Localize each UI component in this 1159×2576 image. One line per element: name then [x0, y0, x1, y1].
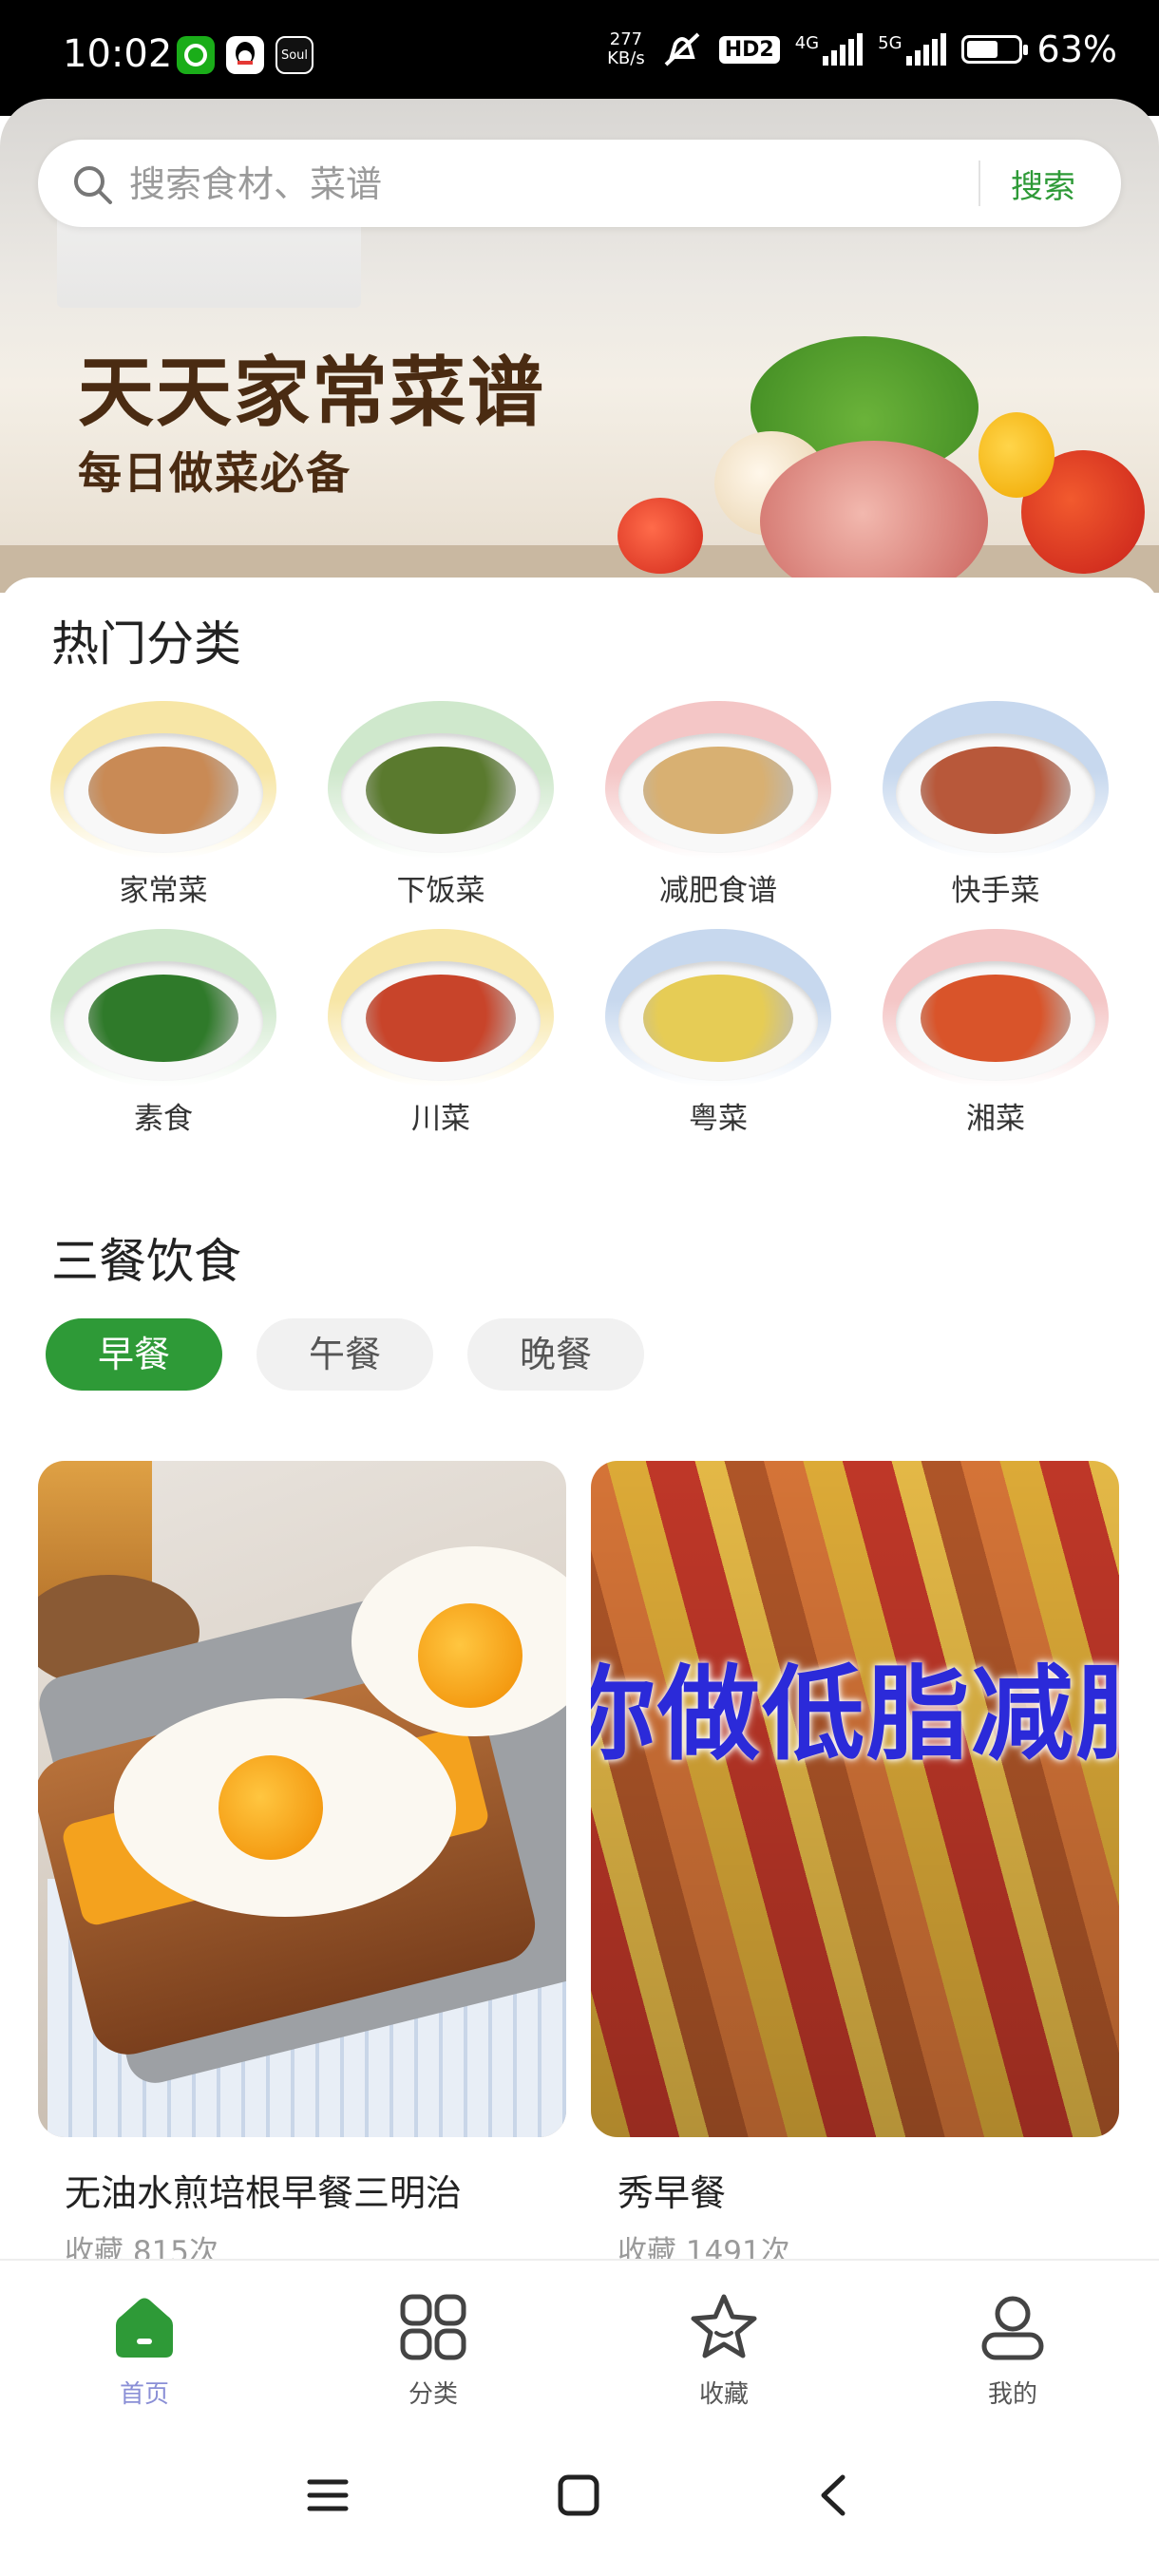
- category-image: [50, 701, 276, 859]
- category-label: 粤菜: [689, 1102, 748, 1136]
- recipe-title: 秀早餐: [618, 2172, 727, 2214]
- profile-icon: [981, 2296, 1044, 2360]
- category-image: [605, 701, 831, 859]
- tab-favorites[interactable]: 收藏: [653, 2291, 795, 2410]
- tab-home[interactable]: 首页: [73, 2291, 216, 2410]
- star-icon: [691, 2294, 757, 2358]
- recipe-overlay-text: 你做低脂减肥: [591, 1656, 1119, 1774]
- search-divider: [978, 161, 980, 206]
- wechat-icon: [177, 36, 215, 74]
- status-time: 10:02: [63, 32, 173, 76]
- category-label: 下饭菜: [396, 874, 485, 908]
- dish-graphic: [643, 975, 793, 1062]
- dish-graphic: [366, 975, 516, 1062]
- qq-icon: [226, 36, 264, 74]
- tab-category[interactable]: 分类: [362, 2291, 504, 2410]
- dish-graphic: [366, 747, 516, 834]
- battery-icon: [960, 35, 1028, 64]
- category-image: [328, 929, 554, 1087]
- recipe-card[interactable]: 你做低脂减肥 秀早餐 收藏 1491次: [591, 1461, 1119, 2270]
- category-label: 湘菜: [966, 1102, 1025, 1136]
- category-item[interactable]: 快手菜: [882, 701, 1110, 909]
- status-indicators: 277 KB/s HD2 4G 5G 63%: [607, 28, 1117, 70]
- category-label: 川菜: [411, 1102, 470, 1136]
- banner-subtitle: 每日做菜必备: [78, 447, 352, 499]
- tab-dinner[interactable]: 晚餐: [467, 1318, 644, 1391]
- bottom-tab-bar: 首页 分类 收藏 我的: [0, 2259, 1159, 2422]
- category-item[interactable]: 川菜: [327, 929, 555, 1137]
- dish-graphic: [88, 975, 238, 1062]
- tab-category-label: 分类: [408, 2380, 458, 2409]
- grid-icon: [400, 2294, 466, 2360]
- dish-graphic: [88, 747, 238, 834]
- signal-bars-icon: [905, 33, 946, 66]
- tab-home-label: 首页: [119, 2380, 169, 2409]
- category-item[interactable]: 家常菜: [49, 701, 277, 909]
- category-item[interactable]: 粤菜: [604, 929, 832, 1137]
- notification-icons: Soul: [177, 36, 314, 74]
- recipe-title: 无油水煎培根早餐三明治: [65, 2172, 463, 2214]
- home-icon: [116, 2298, 173, 2358]
- net-speed: 277 KB/s: [607, 29, 645, 68]
- signal-2: 5G: [878, 33, 946, 66]
- tab-favorites-label: 收藏: [698, 2380, 749, 2409]
- recipe-image: 你做低脂减肥: [591, 1461, 1119, 2137]
- category-label: 家常菜: [119, 874, 208, 908]
- category-item[interactable]: 湘菜: [882, 929, 1110, 1137]
- tab-breakfast[interactable]: 早餐: [46, 1318, 222, 1391]
- dish-graphic: [643, 747, 793, 834]
- system-nav-bar: [0, 2420, 1159, 2576]
- yellow-pepper-graphic: [978, 412, 1054, 498]
- home-square-icon[interactable]: [557, 2473, 600, 2517]
- search-button[interactable]: 搜索: [1011, 161, 1075, 207]
- category-item[interactable]: 下饭菜: [327, 701, 555, 909]
- banner-title: 天天家常菜谱: [78, 349, 545, 437]
- mute-vibrate-icon: [664, 32, 700, 66]
- hd-badge: HD2: [718, 35, 780, 64]
- recipe-card[interactable]: 无油水煎培根早餐三明治 收藏 815次: [38, 1461, 566, 2270]
- battery-percent: 63%: [1036, 28, 1117, 70]
- search-icon: [74, 166, 112, 204]
- dish-graphic: [921, 975, 1071, 1062]
- search-bar[interactable]: 搜索: [38, 140, 1121, 227]
- category-image: [605, 929, 831, 1087]
- category-label: 素食: [134, 1102, 193, 1136]
- tab-lunch[interactable]: 午餐: [256, 1318, 433, 1391]
- signal-1: 4G: [795, 33, 864, 66]
- category-label: 快手菜: [951, 874, 1040, 908]
- search-input[interactable]: [127, 153, 986, 216]
- category-image: [883, 701, 1109, 859]
- category-image: [328, 701, 554, 859]
- recipe-image: [38, 1461, 566, 2137]
- hot-categories-title: 热门分类: [51, 616, 241, 672]
- category-item[interactable]: 素食: [49, 929, 277, 1137]
- back-icon[interactable]: [812, 2473, 856, 2517]
- category-image: [50, 929, 276, 1087]
- soul-icon: Soul: [276, 36, 314, 74]
- category-label: 减肥食谱: [659, 874, 777, 908]
- tab-profile-label: 我的: [987, 2380, 1037, 2409]
- tab-profile[interactable]: 我的: [941, 2291, 1084, 2410]
- category-image: [883, 929, 1109, 1087]
- dish-graphic: [921, 747, 1071, 834]
- tomato-graphic: [618, 498, 703, 574]
- signal-bars-icon: [823, 33, 864, 66]
- meals-title: 三餐饮食: [51, 1234, 241, 1289]
- meat-graphic: [760, 441, 988, 593]
- category-item[interactable]: 减肥食谱: [604, 701, 832, 909]
- menu-icon[interactable]: [306, 2473, 350, 2517]
